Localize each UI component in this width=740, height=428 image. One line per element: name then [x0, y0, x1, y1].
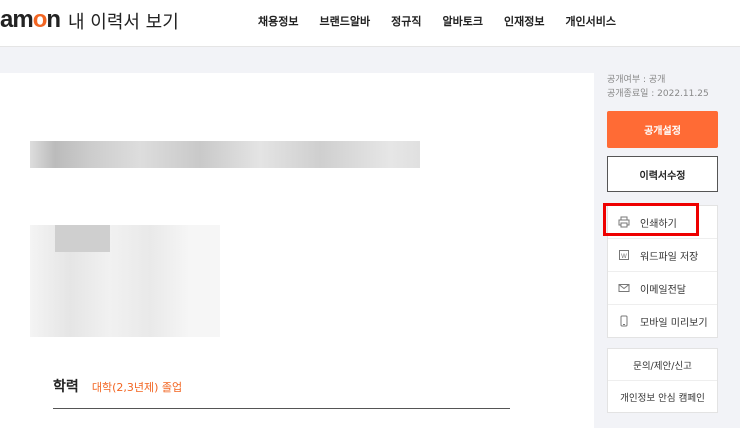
- nav-item-talk[interactable]: 알바토크: [442, 13, 482, 29]
- nav-item-personal[interactable]: 개인서비스: [565, 13, 616, 29]
- education-section-header: 학력 대학(2,3년제) 졸업: [53, 376, 182, 396]
- nav-item-brand[interactable]: 브랜드알바: [319, 13, 370, 29]
- logo[interactable]: amon: [0, 6, 61, 34]
- report-link[interactable]: 문의/제안/신고: [608, 349, 717, 380]
- page-title: 내 이력서 보기: [68, 12, 179, 33]
- section-divider: [53, 408, 510, 409]
- edit-resume-button[interactable]: 이력서수정: [607, 156, 718, 192]
- highlight-box: [603, 203, 699, 236]
- email-send-label: 이메일전달: [640, 284, 686, 296]
- public-settings-button[interactable]: 공개설정: [607, 111, 718, 148]
- support-links: 문의/제안/신고 개인정보 안심 캠페인: [607, 348, 718, 413]
- mobile-icon: [618, 315, 630, 327]
- blurred-name: [30, 141, 420, 168]
- resume-content: 학력 대학(2,3년제) 졸업: [0, 73, 594, 428]
- nav-item-talent[interactable]: 인재정보: [504, 13, 544, 29]
- privacy-campaign-link[interactable]: 개인정보 안심 캠페인: [608, 380, 717, 412]
- mobile-preview-button[interactable]: 모바일 미리보기: [608, 304, 717, 337]
- blurred-photo-info: [30, 225, 220, 337]
- nav-item-fulltime[interactable]: 정규직: [391, 13, 421, 29]
- nav-item-jobs[interactable]: 채용정보: [258, 13, 298, 29]
- word-file-icon: W: [618, 249, 630, 261]
- mail-icon: [618, 282, 630, 294]
- education-title: 학력: [53, 379, 79, 395]
- education-subtitle: 대학(2,3년제) 졸업: [91, 381, 183, 394]
- word-save-button[interactable]: W 워드파일 저장: [608, 238, 717, 271]
- public-info: 공개여부 : 공개 공개종료일 : 2022.11.25: [607, 73, 709, 101]
- svg-text:W: W: [621, 253, 627, 260]
- word-save-label: 워드파일 저장: [640, 251, 699, 263]
- public-end-date: 공개종료일 : 2022.11.25: [607, 89, 709, 99]
- top-bar: amon 내 이력서 보기 채용정보 브랜드알바 정규직 알바토크 인재정보 개…: [0, 0, 740, 47]
- public-status: 공개여부 : 공개: [607, 75, 666, 85]
- main-nav: 채용정보 브랜드알바 정규직 알바토크 인재정보 개인서비스: [258, 13, 616, 29]
- email-send-button[interactable]: 이메일전달: [608, 271, 717, 304]
- mobile-preview-label: 모바일 미리보기: [640, 317, 708, 329]
